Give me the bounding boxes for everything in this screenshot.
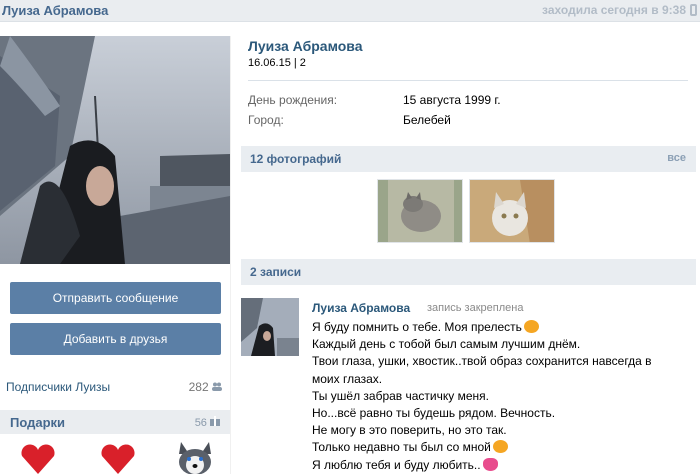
- birthday-value[interactable]: 15 августа 1999 г.: [403, 93, 501, 107]
- post-line: Каждый день с тобой был самым лучшим днё…: [312, 337, 581, 352]
- post-line-text: Я люблю тебя и буду любить..: [312, 457, 481, 472]
- disappointed-face-icon: [523, 320, 539, 333]
- photos-header[interactable]: 12 фотографий все: [241, 146, 696, 172]
- photos-all-link[interactable]: все: [667, 152, 686, 164]
- post-line: Я буду помнить о тебе. Моя прелесть: [312, 319, 682, 336]
- photos-count[interactable]: 12 фотографий: [250, 152, 341, 166]
- wall-header[interactable]: 2 записи: [241, 259, 696, 285]
- mobile-phone-icon: [690, 4, 697, 16]
- birthday-label: День рождения:: [248, 93, 338, 107]
- post-pinned-label: запись закреплена: [427, 302, 524, 314]
- post-line-text: Я буду помнить о тебе. Моя прелесть: [312, 320, 522, 334]
- gifts-count-value: 56: [194, 417, 207, 429]
- divider: [248, 80, 688, 81]
- add-friend-button[interactable]: Добавить в друзья: [10, 323, 221, 355]
- gifts-label[interactable]: Подарки: [10, 415, 65, 430]
- photo-thumb-1[interactable]: [377, 179, 463, 243]
- post-line: Твои глаза, ушки, хвостик..твой образ со…: [312, 354, 652, 369]
- gifts-count: 56: [195, 416, 220, 429]
- gift-husky[interactable]: [175, 440, 215, 474]
- subscribers-row[interactable]: Подписчики Луизы 282: [6, 380, 222, 394]
- photo-thumb-2[interactable]: [469, 179, 555, 243]
- crying-face-icon: [492, 440, 508, 454]
- post-line: Ты ушёл забрав частичку меня.: [312, 388, 489, 403]
- wall-count[interactable]: 2 записи: [250, 265, 301, 279]
- post-line: Не могу в это поверить, но это так.: [312, 423, 507, 438]
- post-line: Но...всё равно ты будешь рядом. Вечность…: [312, 406, 556, 421]
- post-text: Я буду помнить о тебе. Моя прелесть Кажд…: [312, 319, 682, 474]
- people-icon: [212, 382, 222, 391]
- profile-name: Луиза Абрамова: [248, 38, 363, 54]
- send-message-button[interactable]: Отправить сообщение: [10, 282, 221, 314]
- column-separator: [230, 36, 231, 474]
- post-author-avatar[interactable]: [241, 298, 299, 356]
- profile-photo[interactable]: [0, 36, 230, 264]
- post-line: моих глазах.: [312, 371, 383, 386]
- heart-icon: [482, 457, 498, 471]
- gift-heart-2[interactable]: [98, 442, 138, 474]
- subscribers-count: 282: [189, 380, 222, 394]
- subscribers-count-value: 282: [188, 380, 209, 394]
- online-status: заходила сегодня в 9:38: [542, 3, 686, 17]
- top-bar: Луиза Абрамова заходила сегодня в 9:38: [0, 0, 700, 22]
- post-line: Только недавно ты был со мной: [312, 439, 682, 456]
- profile-status-line: 16.06.15 | 2: [248, 57, 306, 69]
- post-line-text: Только недавно ты был со мной: [312, 440, 491, 455]
- post-line: Я люблю тебя и буду любить..: [312, 457, 682, 474]
- city-value[interactable]: Белебей: [403, 113, 451, 127]
- gifts-header[interactable]: Подарки 56: [0, 410, 230, 434]
- subscribers-label[interactable]: Подписчики Луизы: [6, 380, 110, 394]
- gift-icon: [210, 416, 220, 426]
- topbar-name[interactable]: Луиза Абрамова: [2, 3, 108, 18]
- city-label: Город:: [248, 113, 284, 127]
- gift-heart-1[interactable]: [18, 442, 58, 474]
- post-author-name[interactable]: Луиза Абрамова: [312, 301, 410, 315]
